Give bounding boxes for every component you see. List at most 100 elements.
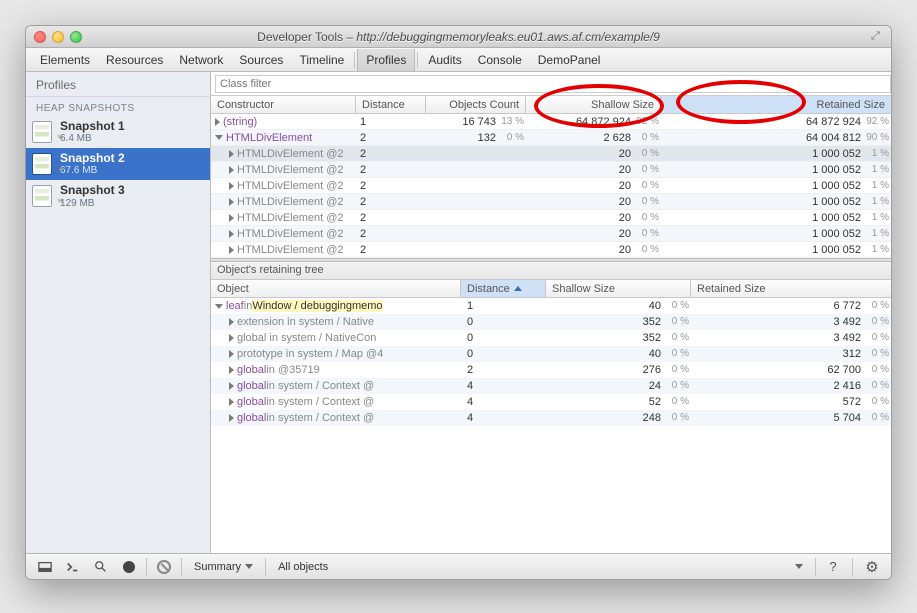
sort-arrow-icon	[514, 286, 522, 291]
tab-sources[interactable]: Sources	[231, 49, 291, 71]
devtools-window: Developer Tools – http://debuggingmemory…	[25, 25, 892, 580]
row-label: (string)	[223, 116, 257, 128]
snapshot-icon: %	[32, 153, 52, 175]
table-row[interactable]: HTMLDivElement @22200 %1 000 0521 %	[211, 178, 891, 194]
tab-network[interactable]: Network	[171, 49, 231, 71]
sidebar: Profiles HEAP SNAPSHOTS % Snapshot 1 6.4…	[26, 72, 211, 553]
tab-demopanel[interactable]: DemoPanel	[530, 49, 609, 71]
row-label: HTMLDivElement @2	[237, 228, 344, 240]
snapshot-item-2[interactable]: % Snapshot 2 67.6 MB	[26, 148, 210, 180]
table-row[interactable]: HTMLDivElement @22200 %1 000 0521 %	[211, 226, 891, 242]
expand-triangle-icon[interactable]	[229, 366, 234, 374]
expand-triangle-icon[interactable]	[229, 182, 234, 190]
snapshot-name: Snapshot 1	[60, 120, 125, 133]
col-distance2[interactable]: Distance	[461, 280, 546, 297]
expand-triangle-icon[interactable]	[215, 118, 220, 126]
sidebar-title: Profiles	[26, 72, 210, 97]
search-icon[interactable]	[88, 557, 114, 577]
expand-triangle-icon[interactable]	[229, 198, 234, 206]
snapshot-name: Snapshot 3	[60, 184, 125, 197]
clear-icon[interactable]	[151, 557, 177, 577]
separator	[146, 558, 147, 576]
table-row[interactable]: HTMLDivElement21320 %2 6280 %64 004 8129…	[211, 130, 891, 146]
col-distance[interactable]: Distance	[356, 96, 426, 113]
expand-triangle-icon[interactable]	[229, 414, 234, 422]
col-objects-count[interactable]: Objects Count	[426, 96, 526, 113]
expand-triangle-icon[interactable]	[229, 350, 234, 358]
window-title: Developer Tools – http://debuggingmemory…	[26, 30, 891, 44]
separator	[815, 558, 816, 576]
snapshot-size: 129 MB	[60, 198, 125, 209]
tab-profiles[interactable]: Profiles	[357, 49, 415, 71]
col-constructor[interactable]: Constructor	[211, 96, 356, 113]
snapshot-name: Snapshot 2	[60, 152, 125, 165]
expand-triangle-icon[interactable]	[229, 398, 234, 406]
expand-triangle-icon[interactable]	[229, 334, 234, 342]
tab-resources[interactable]: Resources	[98, 49, 171, 71]
help-icon[interactable]: ?	[820, 557, 846, 577]
col-shallow-size[interactable]: Shallow Size	[526, 96, 661, 113]
col-retained-size[interactable]: Retained Size	[661, 96, 891, 113]
tab-audits[interactable]: Audits	[420, 49, 469, 71]
table-row[interactable]: leaf in Window / debuggingmemo1400 %6 77…	[211, 298, 891, 314]
table-row[interactable]: HTMLDivElement @22200 %1 000 0521 %	[211, 242, 891, 258]
minimize-icon[interactable]	[52, 31, 64, 43]
snapshot-size: 6.4 MB	[60, 133, 125, 144]
tab-timeline[interactable]: Timeline	[291, 49, 352, 71]
table-row[interactable]: global in system / Context @4240 %2 4160…	[211, 378, 891, 394]
expand-triangle-icon[interactable]	[215, 304, 223, 309]
expand-triangle-icon[interactable]	[229, 150, 234, 158]
snapshot-item-3[interactable]: % Snapshot 3 129 MB	[26, 180, 210, 212]
gear-icon[interactable]: ⚙	[859, 557, 885, 577]
snapshot-size: 67.6 MB	[60, 165, 125, 176]
snapshot-icon: %	[32, 185, 52, 207]
bottom-toolbar: Summary All objects ? ⚙	[26, 553, 891, 579]
table-row[interactable]: HTMLDivElement @22200 %1 000 0521 %	[211, 146, 891, 162]
snapshot-item-1[interactable]: % Snapshot 1 6.4 MB	[26, 116, 210, 148]
separator	[265, 558, 266, 576]
row-label: HTMLDivElement @2	[237, 212, 344, 224]
record-icon[interactable]	[116, 557, 142, 577]
zoom-icon[interactable]	[70, 31, 82, 43]
row-label: HTMLDivElement @2	[237, 180, 344, 192]
class-filter-input[interactable]	[215, 75, 891, 93]
retaining-columns: Object Distance Shallow Size Retained Si…	[211, 280, 891, 298]
separator	[354, 52, 355, 68]
table-row[interactable]: HTMLDivElement @22200 %1 000 0521 %	[211, 210, 891, 226]
expand-triangle-icon[interactable]	[229, 246, 234, 254]
table-row[interactable]: global in @3571922760 %62 7000 %	[211, 362, 891, 378]
filter-select-allobjects[interactable]: All objects	[270, 561, 811, 573]
dock-icon[interactable]	[32, 557, 58, 577]
view-select-summary[interactable]: Summary	[186, 561, 261, 573]
col-retained2[interactable]: Retained Size	[691, 280, 891, 297]
columns-header: Constructor Distance Objects Count Shall…	[211, 96, 891, 114]
table-row[interactable]: extension in system / Native03520 %3 492…	[211, 314, 891, 330]
filter-row	[211, 72, 891, 96]
table-row[interactable]: (string)116 74313 %64 872 92492 %64 872 …	[211, 114, 891, 130]
traffic-lights	[34, 31, 82, 43]
expand-triangle-icon[interactable]	[229, 214, 234, 222]
row-label: HTMLDivElement @2	[237, 244, 344, 256]
col-shallow2[interactable]: Shallow Size	[546, 280, 691, 297]
separator	[181, 558, 182, 576]
expand-triangle-icon[interactable]	[229, 382, 234, 390]
tab-elements[interactable]: Elements	[32, 49, 98, 71]
expand-triangle-icon[interactable]	[229, 166, 234, 174]
table-row[interactable]: HTMLDivElement @22200 %1 000 0521 %	[211, 162, 891, 178]
popout-icon[interactable]: ⤢	[871, 30, 885, 44]
titlebar: Developer Tools – http://debuggingmemory…	[26, 26, 891, 48]
console-icon[interactable]	[60, 557, 86, 577]
table-row[interactable]: prototype in system / Map @40400 %3120 %	[211, 346, 891, 362]
expand-triangle-icon[interactable]	[229, 230, 234, 238]
table-row[interactable]: HTMLDivElement @22200 %1 000 0521 %	[211, 194, 891, 210]
col-object[interactable]: Object	[211, 280, 461, 297]
table-row[interactable]: global in system / Context @4520 %5720 %	[211, 394, 891, 410]
tab-console[interactable]: Console	[470, 49, 530, 71]
table-row[interactable]: global in system / NativeCon03520 %3 492…	[211, 330, 891, 346]
chevron-down-icon	[245, 564, 253, 569]
constructors-table: (string)116 74313 %64 872 92492 %64 872 …	[211, 114, 891, 258]
table-row[interactable]: global in system / Context @42480 %5 704…	[211, 410, 891, 426]
expand-triangle-icon[interactable]	[229, 318, 234, 326]
close-icon[interactable]	[34, 31, 46, 43]
expand-triangle-icon[interactable]	[215, 135, 223, 140]
